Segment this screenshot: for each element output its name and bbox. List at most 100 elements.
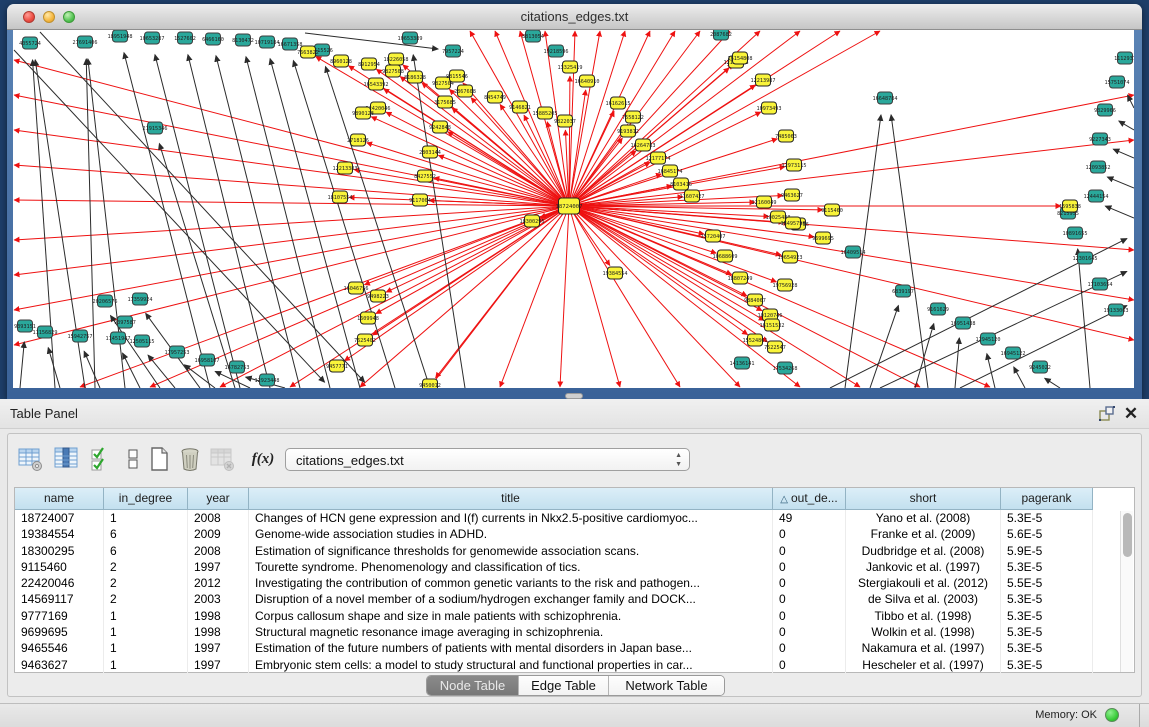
network-node[interactable]: 9890123	[352, 107, 374, 119]
cell-pagerank[interactable]: 5.9E-5	[1001, 543, 1093, 559]
network-node[interactable]: 16951438	[951, 317, 976, 329]
cell-year[interactable]: 2003	[188, 591, 249, 607]
cell-year[interactable]: 1997	[188, 657, 249, 673]
network-node[interactable]: 7485063	[775, 130, 797, 142]
network-node[interactable]: 9117004	[409, 194, 431, 206]
column-header-in_degree[interactable]: in_degree	[104, 488, 188, 510]
network-node[interactable]: 8130472	[232, 34, 254, 46]
column-header-pagerank[interactable]: pagerank	[1001, 488, 1093, 510]
cell-title[interactable]: Investigating the contribution of common…	[249, 575, 773, 591]
cell-short[interactable]: Tibbo et al. (1998)	[846, 608, 1001, 624]
network-node[interactable]: 7663822	[297, 46, 319, 58]
network-node[interactable]: 9245022	[1029, 361, 1051, 373]
cell-title[interactable]: Embryonic stem cells: a model to study s…	[249, 657, 773, 673]
network-node[interactable]: 8103416	[670, 178, 692, 190]
network-node[interactable]: 9827508	[382, 65, 404, 77]
network-node[interactable]: 9161629	[927, 303, 949, 315]
network-node[interactable]: 16648784	[873, 92, 898, 104]
network-node[interactable]: 7558122	[622, 111, 644, 123]
table-row[interactable]: 1830029562008Estimation of significance …	[15, 543, 1093, 559]
network-node[interactable]: 1595838	[1059, 200, 1081, 212]
cell-name[interactable]: 9115460	[15, 559, 104, 575]
network-canvas[interactable]: 4055724276914061895194810653287152760264…	[13, 30, 1134, 388]
network-node[interactable]: 10653287	[140, 32, 165, 44]
network-node[interactable]: 16671358	[278, 38, 303, 50]
network-node[interactable]: 9450012	[419, 379, 441, 388]
cell-in_degree[interactable]: 1	[104, 657, 188, 673]
cell-short[interactable]: Dudbridge et al. (2008)	[846, 543, 1001, 559]
network-node[interactable]: 9498223	[367, 290, 389, 302]
network-node[interactable]: 9329966	[1094, 104, 1116, 116]
tab-edge-table[interactable]: Edge Table	[519, 676, 609, 696]
network-node[interactable]: 15751074	[1105, 76, 1130, 88]
cell-out_de[interactable]: 49	[773, 510, 846, 526]
cell-short[interactable]: Stergiakouli et al. (2012)	[846, 575, 1001, 591]
network-node[interactable]: 2803144	[419, 146, 441, 158]
cell-short[interactable]: Yano et al. (2008)	[846, 510, 1001, 526]
delete-table-icon[interactable]	[210, 445, 236, 473]
column-header-year[interactable]: year	[188, 488, 249, 510]
cell-pagerank[interactable]: 5.3E-5	[1001, 608, 1093, 624]
network-node[interactable]: 9463627	[781, 189, 803, 201]
scrollbar-thumb[interactable]	[1123, 513, 1132, 557]
cell-year[interactable]: 2008	[188, 543, 249, 559]
cell-title[interactable]: Estimation of significance thresholds fo…	[249, 543, 773, 559]
cell-out_de[interactable]: 0	[773, 591, 846, 607]
network-node[interactable]: 17534268	[773, 362, 798, 374]
checkboxes-icon[interactable]	[89, 445, 115, 473]
cell-pagerank[interactable]: 5.5E-5	[1001, 575, 1093, 591]
cell-title[interactable]: Estimation of the future numbers of pati…	[249, 640, 773, 656]
cell-year[interactable]: 1998	[188, 624, 249, 640]
network-node[interactable]: 7957224	[442, 45, 464, 57]
network-node[interactable]: 8454749	[484, 91, 506, 103]
trash-icon[interactable]	[177, 445, 203, 473]
network-node[interactable]: 19654923	[778, 251, 803, 263]
table-source-combobox[interactable]: citations_edges.txt ▲▼	[285, 448, 690, 471]
network-node[interactable]: 16162615	[606, 97, 631, 109]
table-row[interactable]: 1456911722003Disruption of a novel membe…	[15, 591, 1093, 607]
network-node[interactable]: 9397587	[114, 316, 136, 328]
network-node[interactable]: 10653389	[398, 32, 423, 44]
network-node[interactable]: 7625402	[354, 334, 376, 346]
table-row[interactable]: 946362711997Embryonic stem cells: a mode…	[15, 657, 1093, 673]
close-panel-icon[interactable]: ✕	[1121, 404, 1141, 424]
network-node[interactable]: 12301645	[1073, 252, 1098, 264]
cell-short[interactable]: Wolkin et al. (1998)	[846, 624, 1001, 640]
network-node[interactable]: 7522547	[764, 341, 786, 353]
network-node[interactable]: 16543392	[364, 78, 389, 90]
table-row[interactable]: 911546021997Tourette syndrome. Phenomeno…	[15, 559, 1093, 575]
network-node[interactable]: 8427552	[414, 170, 436, 182]
cell-name[interactable]: 9777169	[15, 608, 104, 624]
cell-year[interactable]: 1997	[188, 559, 249, 575]
cell-short[interactable]: Nakamura et al. (1997)	[846, 640, 1001, 656]
network-node[interactable]: 19756928	[773, 279, 798, 291]
network-node[interactable]: 18724007	[556, 198, 583, 214]
cell-out_de[interactable]: 0	[773, 657, 846, 673]
network-node[interactable]: 15942757	[68, 330, 93, 342]
cell-in_degree[interactable]: 2	[104, 575, 188, 591]
network-node[interactable]: 11451947	[106, 332, 131, 344]
network-node[interactable]: 9822037	[554, 115, 576, 127]
network-node[interactable]: 17359924	[128, 293, 153, 305]
cell-in_degree[interactable]: 1	[104, 608, 188, 624]
cell-in_degree[interactable]: 6	[104, 526, 188, 542]
cell-name[interactable]: 22420046	[15, 575, 104, 591]
cell-name[interactable]: 9465546	[15, 640, 104, 656]
network-node[interactable]: 15885205	[533, 107, 558, 119]
cell-year[interactable]: 2008	[188, 510, 249, 526]
network-node[interactable]: 18107554	[328, 191, 353, 203]
network-node[interactable]: 16782753	[225, 361, 250, 373]
cell-out_de[interactable]: 0	[773, 608, 846, 624]
cell-title[interactable]: Structural magnetic resonance image aver…	[249, 624, 773, 640]
function-icon[interactable]: f(x)	[247, 445, 279, 473]
cell-year[interactable]: 2009	[188, 526, 249, 542]
network-node[interactable]: 12444154	[1084, 190, 1109, 202]
network-node[interactable]: 18226058	[384, 53, 409, 65]
network-node[interactable]: 21915346	[143, 122, 168, 134]
cell-in_degree[interactable]: 1	[104, 624, 188, 640]
cell-title[interactable]: Disruption of a novel member of a sodium…	[249, 591, 773, 607]
cell-out_de[interactable]: 0	[773, 526, 846, 542]
network-node[interactable]: 12505115	[130, 335, 155, 347]
cell-pagerank[interactable]: 5.6E-5	[1001, 526, 1093, 542]
cell-pagerank[interactable]: 5.3E-5	[1001, 624, 1093, 640]
